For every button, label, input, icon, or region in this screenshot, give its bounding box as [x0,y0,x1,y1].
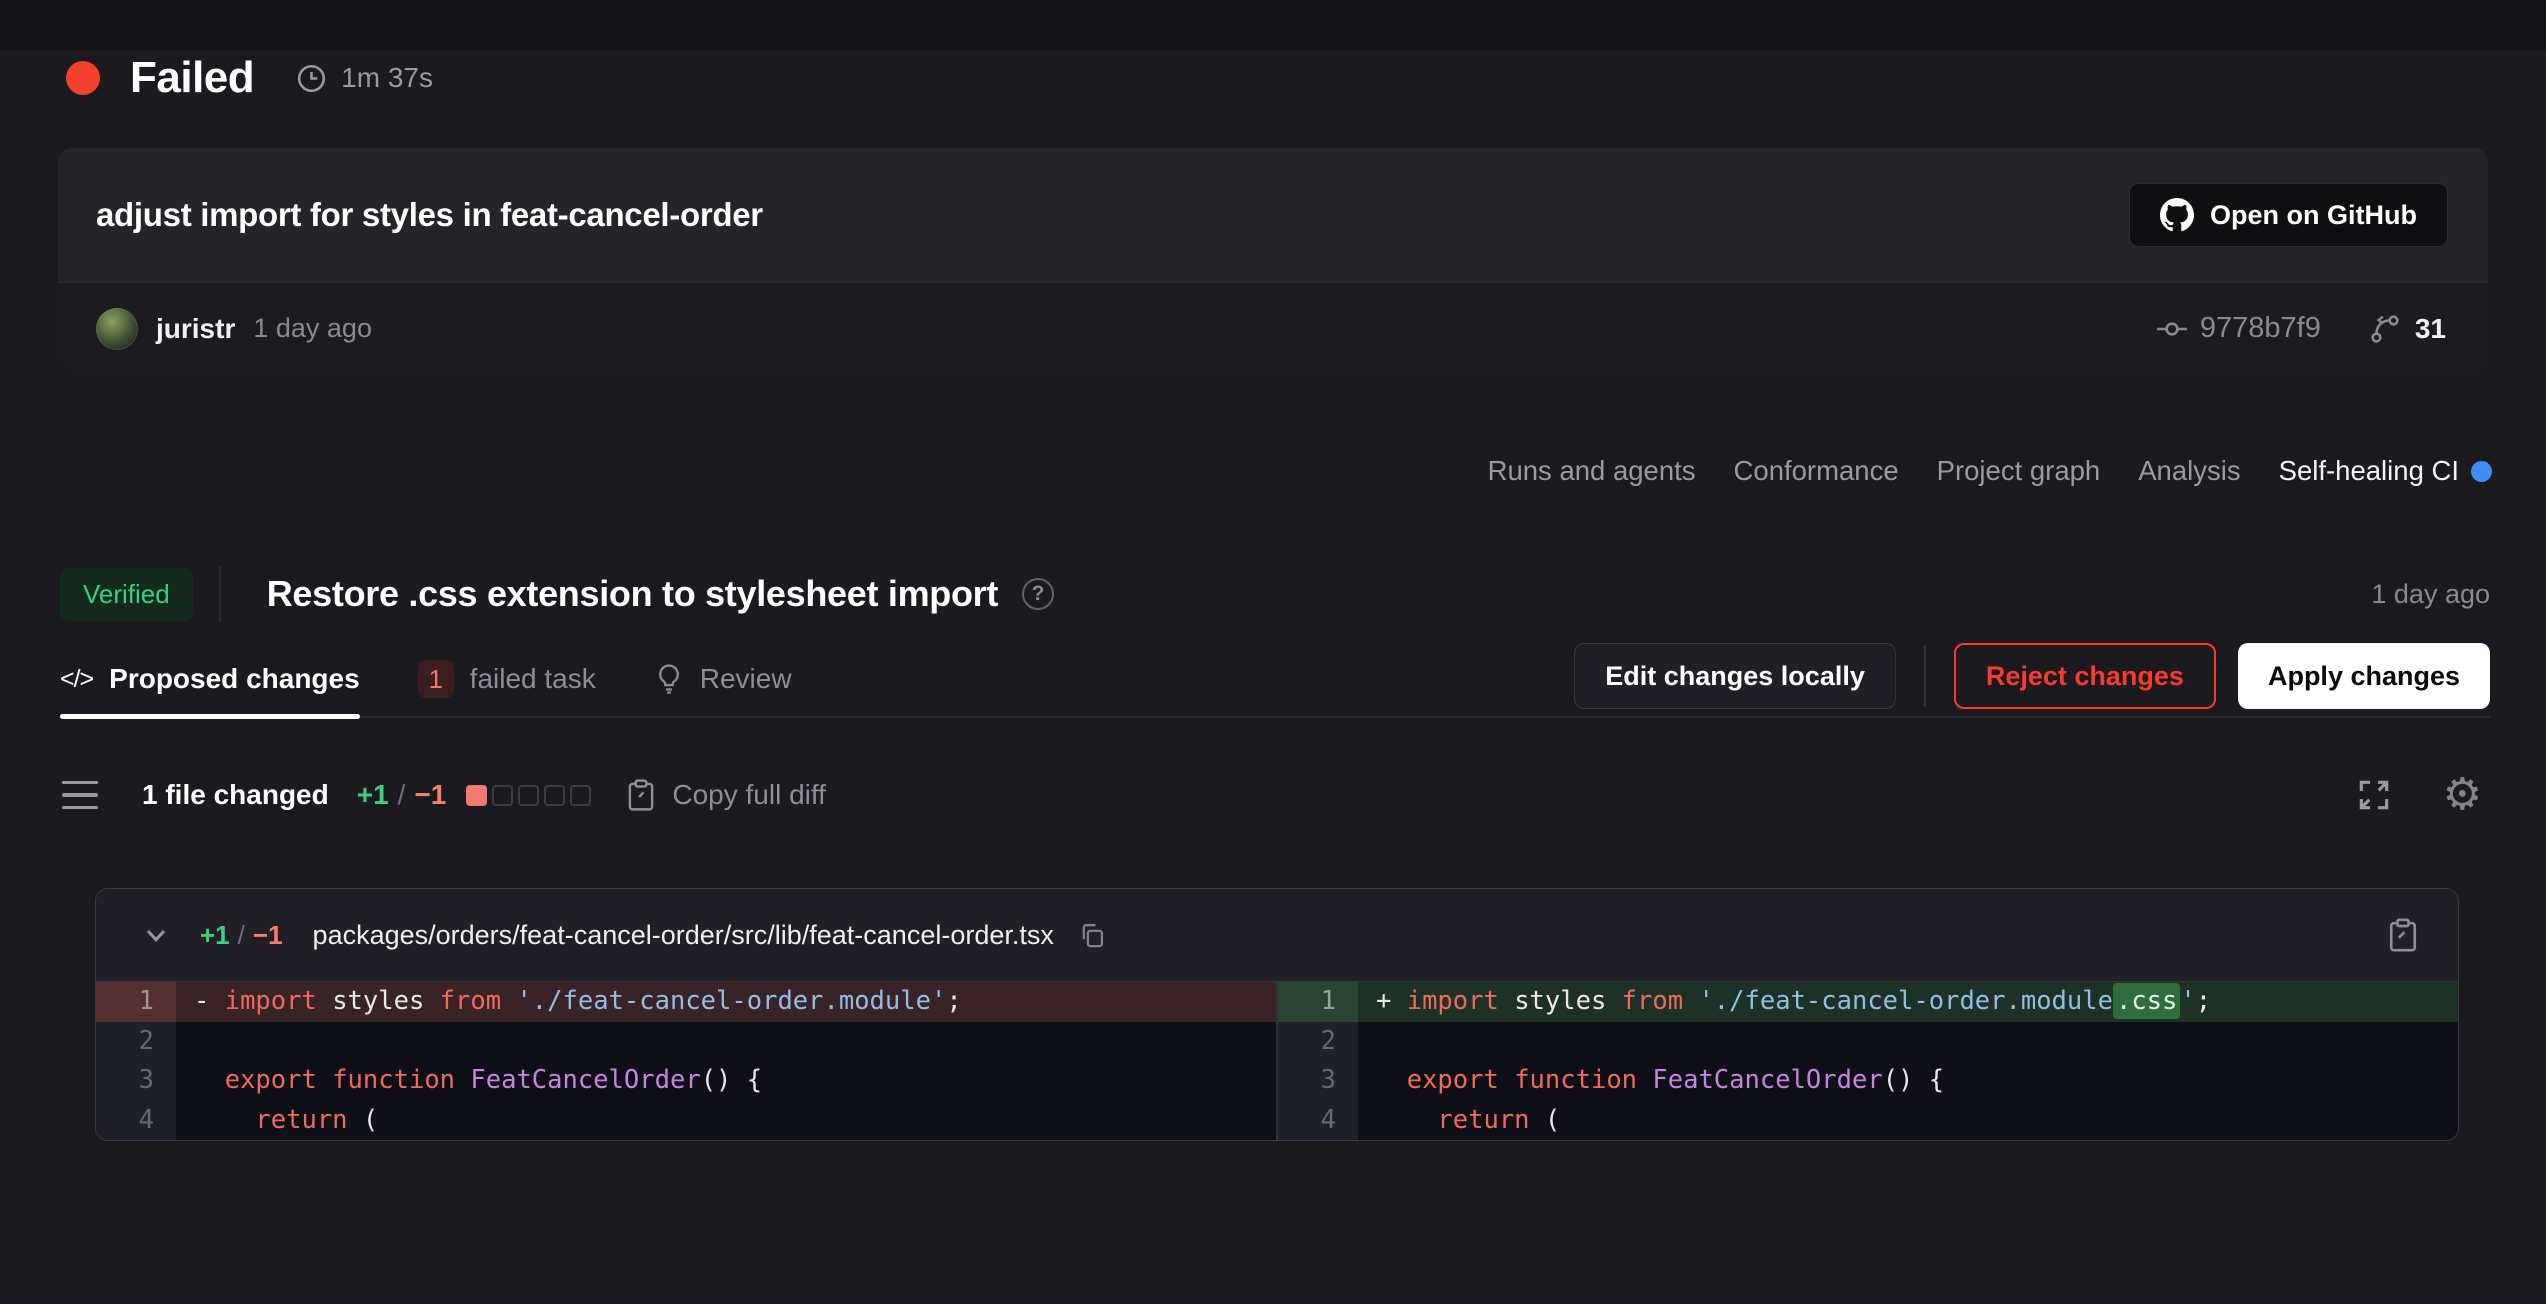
line-number: 2 [1278,1022,1358,1062]
clock-icon [296,63,327,94]
deletions-count: −1 [414,779,446,811]
file-list-menu-icon[interactable] [62,781,98,810]
nav-item-self-healing-ci[interactable]: Self-healing CI [2279,455,2492,487]
diff-pane-right: 1+ import styles from './feat-cancel-ord… [1278,982,2458,1140]
fix-header: Verified Restore .css extension to style… [60,558,2490,630]
related-runs[interactable]: 31 [2369,313,2446,345]
clipboard-icon [625,778,657,812]
commit-hash-value: 9778b7f9 [2200,312,2321,345]
edit-changes-locally-button[interactable]: Edit changes locally [1574,643,1896,709]
diff-panel: +1 / −1 packages/orders/feat-cancel-orde… [95,888,2459,1141]
chevron-down-icon[interactable] [140,919,172,951]
github-icon [2160,198,2194,232]
commit-card-meta: juristr 1 day ago 9778b7f9 31 [58,282,2488,374]
diff-line: 2 [96,1022,1276,1062]
apply-changes-button[interactable]: Apply changes [2238,643,2490,709]
diffstat-squares [466,785,591,806]
lightbulb-icon [654,663,684,695]
fix-tabs-row: </> Proposed changes 1 failed task Revie… [60,642,2490,718]
diff-toolbar-icons: ⚙ [2355,773,2482,817]
code-line: export function FeatCancelOrder() { [176,1061,1276,1101]
file-diff-stats: +1 / −1 [200,920,283,951]
code-line: - import styles from './feat-cancel-orde… [176,982,1276,1022]
verified-badge: Verified [60,568,193,621]
code-icon: </> [60,665,93,694]
diff-file-header: +1 / −1 packages/orders/feat-cancel-orde… [96,889,2458,982]
diffstat-square-empty [518,785,539,806]
fix-time-ago: 1 day ago [2371,579,2490,610]
commit-icon [2156,313,2188,345]
page: { "status": { "label": "Failed", "durati… [0,50,2546,1304]
line-number: 3 [1278,1061,1358,1101]
fix-actions: Edit changes locally Reject changes Appl… [1574,643,2490,709]
diffstat-square-empty [492,785,513,806]
diff-line: 1+ import styles from './feat-cancel-ord… [1278,982,2458,1022]
line-number: 1 [1278,982,1358,1022]
line-number: 3 [96,1061,176,1101]
line-number: 2 [96,1022,176,1062]
nav-item-analysis[interactable]: Analysis [2138,455,2240,487]
diff-line: 2 [1278,1022,2458,1062]
divider [1924,645,1926,707]
run-status-header: Failed 1m 37s [66,50,2546,106]
diff-pane-left: 1- import styles from './feat-cancel-ord… [96,982,1276,1140]
diffstat-square-empty [570,785,591,806]
commit-title: adjust import for styles in feat-cancel-… [96,196,2129,234]
expand-icon[interactable] [2355,776,2393,814]
files-changed-label: 1 file changed [142,779,329,811]
code-line: return ( [1358,1101,2458,1141]
code-line: return ( [176,1101,1276,1141]
open-on-github-button[interactable]: Open on GitHub [2129,183,2448,247]
code-line [1358,1022,2458,1062]
branch-icon [2369,313,2401,345]
copy-full-diff-button[interactable]: Copy full diff [625,778,826,812]
workspace-nav: Runs and agents Conformance Project grap… [0,448,2492,494]
commit-card: adjust import for styles in feat-cancel-… [58,148,2488,374]
diff-line: 4 return ( [1278,1101,2458,1141]
nav-item-runs-and-agents[interactable]: Runs and agents [1488,455,1696,487]
diffstat-square-empty [544,785,565,806]
related-runs-count: 31 [2415,313,2446,345]
line-number: 4 [96,1101,176,1141]
diff-line: 3 export function FeatCancelOrder() { [1278,1061,2458,1101]
fix-title: Restore .css extension to stylesheet imp… [267,573,998,615]
nav-item-project-graph[interactable]: Project graph [1937,455,2101,487]
failed-status-icon [66,61,100,95]
status-label: Failed [130,53,254,103]
commit-author: juristr [156,313,235,345]
reject-changes-button[interactable]: Reject changes [1954,643,2216,709]
github-button-label: Open on GitHub [2210,200,2417,231]
copy-file-diff-icon[interactable] [2386,917,2420,953]
diff-toolbar: 1 file changed +1 / −1 Copy full diff ⚙ [62,766,2482,824]
commit-time-ago: 1 day ago [253,313,372,344]
avatar [96,308,138,350]
help-icon[interactable]: ? [1022,578,1054,610]
tab-review[interactable]: Review [654,642,792,716]
tab-proposed-changes[interactable]: </> Proposed changes [60,642,360,716]
diff-stats: +1 / −1 [357,779,447,811]
line-number: 1 [96,982,176,1022]
diff-line: 4 return ( [96,1101,1276,1141]
diff-line: 1- import styles from './feat-cancel-ord… [96,982,1276,1022]
divider [219,566,221,622]
notification-dot-icon [2471,461,2492,482]
run-duration: 1m 37s [341,62,433,94]
commit-card-top: adjust import for styles in feat-cancel-… [58,148,2488,282]
line-number: 4 [1278,1101,1358,1141]
diffstat-square-filled [466,785,487,806]
copy-path-icon[interactable] [1078,921,1106,949]
commit-hash[interactable]: 9778b7f9 [2156,312,2321,345]
failed-count-badge: 1 [418,660,454,698]
diff-body: 1- import styles from './feat-cancel-ord… [96,982,2458,1140]
file-path: packages/orders/feat-cancel-order/src/li… [313,920,1054,951]
code-line: export function FeatCancelOrder() { [1358,1061,2458,1101]
settings-gear-icon[interactable]: ⚙ [2443,773,2482,817]
nav-item-conformance[interactable]: Conformance [1734,455,1899,487]
tab-failed-task[interactable]: 1 failed task [418,642,596,716]
diff-line: 3 export function FeatCancelOrder() { [96,1061,1276,1101]
code-line: + import styles from './feat-cancel-orde… [1358,982,2458,1022]
code-line [176,1022,1276,1062]
additions-count: +1 [357,779,389,811]
